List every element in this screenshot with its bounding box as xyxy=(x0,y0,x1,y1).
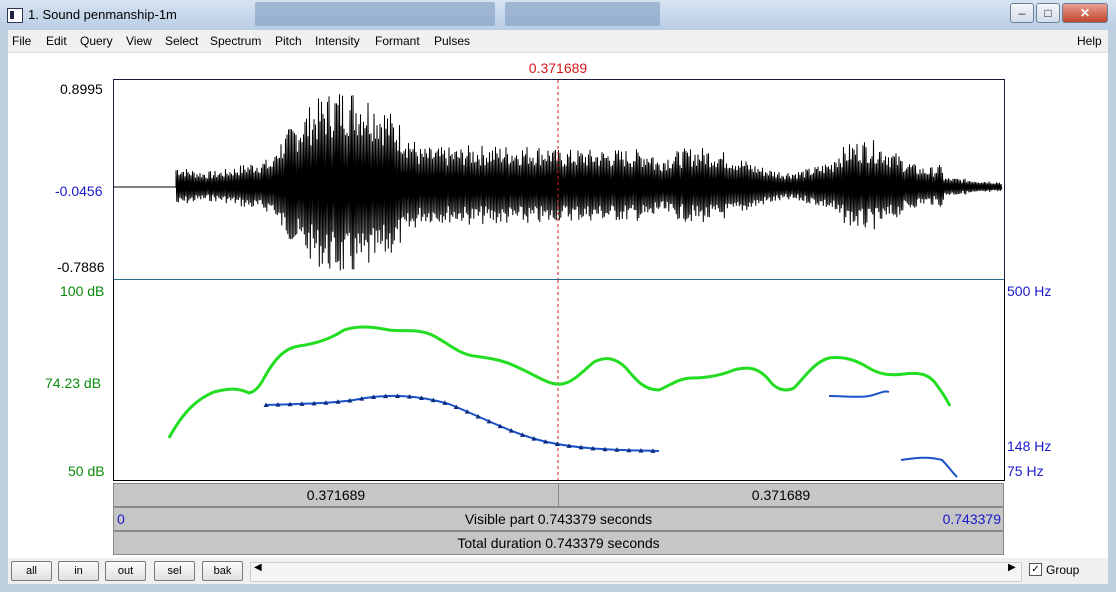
time-segment-left[interactable]: 0.371689 xyxy=(113,483,559,507)
zoom-all-button[interactable]: all xyxy=(11,561,52,581)
hz-mid-label: 148 Hz xyxy=(1007,438,1052,454)
background-window-patch xyxy=(505,2,660,26)
menu-formant[interactable]: Formant xyxy=(375,34,420,48)
scroll-left-icon[interactable]: ◀ xyxy=(254,562,262,573)
visible-part-label: Visible part 0.743379 seconds xyxy=(464,511,653,527)
close-button[interactable]: ✕ xyxy=(1062,3,1108,23)
visible-part-bar[interactable]: 0 Visible part 0.743379 seconds 0.743379 xyxy=(113,507,1004,531)
time-segment-right[interactable]: 0.371689 xyxy=(558,483,1004,507)
praat-sound-window: 1. Sound penmanship-1m – □ ✕ File Edit Q… xyxy=(0,0,1116,592)
hz-top-label: 500 Hz xyxy=(1007,283,1052,299)
db-bottom-label: 50 dB xyxy=(68,463,105,479)
menu-spectrum[interactable]: Spectrum xyxy=(210,34,261,48)
analysis-panel[interactable] xyxy=(113,280,1005,481)
visible-end-label: 0.743379 xyxy=(942,511,1001,527)
checkmark-icon: ✓ xyxy=(1031,564,1040,575)
background-window-patch xyxy=(255,2,495,26)
menu-bar: File Edit Query View Select Spectrum Pit… xyxy=(8,30,1108,53)
menu-view[interactable]: View xyxy=(126,34,152,48)
menu-query[interactable]: Query xyxy=(80,34,113,48)
window-title: 1. Sound penmanship-1m xyxy=(28,7,177,22)
zoom-out-button[interactable]: out xyxy=(105,561,146,581)
menu-pitch[interactable]: Pitch xyxy=(275,34,302,48)
wave-mid-label: -0.0456 xyxy=(55,183,103,199)
minimize-icon: – xyxy=(1018,6,1026,20)
maximize-icon: □ xyxy=(1044,6,1052,20)
menu-intensity[interactable]: Intensity xyxy=(315,34,360,48)
menu-edit[interactable]: Edit xyxy=(46,34,67,48)
visible-start-label: 0 xyxy=(117,511,125,527)
minimize-button[interactable]: – xyxy=(1010,3,1034,23)
wave-max-label: 0.8995 xyxy=(60,81,103,97)
group-checkbox[interactable]: ✓ xyxy=(1029,563,1042,576)
title-bar: 1. Sound penmanship-1m – □ ✕ xyxy=(0,0,1116,30)
zoom-bak-button[interactable]: bak xyxy=(202,561,243,581)
maximize-button[interactable]: □ xyxy=(1036,3,1060,23)
pitch-contour-3 xyxy=(900,456,958,478)
bottom-toolbar: all in out sel bak ◀ ▶ ✓ Group xyxy=(8,558,1108,584)
app-icon xyxy=(7,8,23,23)
hz-bottom-label: 75 Hz xyxy=(1007,463,1044,479)
waveform-svg xyxy=(114,80,1003,279)
menu-select[interactable]: Select xyxy=(165,34,198,48)
waveform-trace xyxy=(175,94,1003,271)
horizontal-scrollbar[interactable] xyxy=(250,562,1022,582)
zoom-in-button[interactable]: in xyxy=(58,561,99,581)
waveform-panel[interactable] xyxy=(113,79,1005,281)
intensity-curve xyxy=(167,325,952,439)
scroll-right-icon[interactable]: ▶ xyxy=(1008,562,1016,573)
total-duration-bar[interactable]: Total duration 0.743379 seconds xyxy=(113,531,1004,555)
zoom-sel-button[interactable]: sel xyxy=(154,561,195,581)
wave-min-label: -0.7886 xyxy=(57,259,105,275)
db-top-label: 100 dB xyxy=(60,283,105,299)
close-icon: ✕ xyxy=(1079,6,1091,20)
cursor-time-label: 0.371689 xyxy=(528,60,588,76)
menu-pulses[interactable]: Pulses xyxy=(434,34,470,48)
db-mid-label: 74.23 dB xyxy=(45,375,102,391)
editor-area: File Edit Query View Select Spectrum Pit… xyxy=(8,30,1108,584)
menu-file[interactable]: File xyxy=(12,34,31,48)
pitch-contour-2 xyxy=(828,390,890,398)
group-label: Group xyxy=(1046,563,1080,577)
menu-help[interactable]: Help xyxy=(1077,34,1102,48)
analysis-svg xyxy=(167,280,958,480)
